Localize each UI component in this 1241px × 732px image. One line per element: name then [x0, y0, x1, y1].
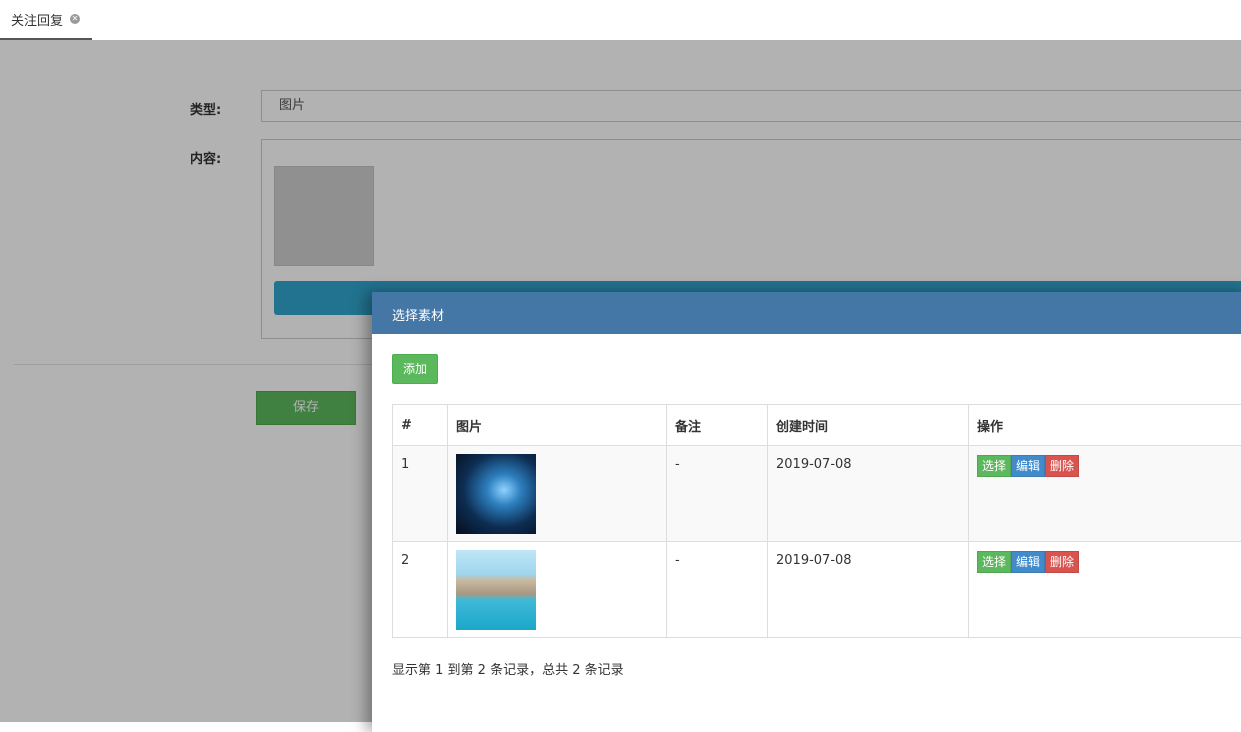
column-header-note[interactable]: 备注	[667, 405, 768, 446]
row-index: 2	[393, 542, 448, 638]
row-image-cell	[448, 446, 667, 542]
row-actions: 选择 编辑 删除	[969, 542, 1241, 638]
material-table: # 图片 备注 创建时间 操作 1 - 2019-07-08 选择 编辑	[392, 404, 1241, 638]
column-header-index[interactable]: #	[393, 405, 448, 446]
tab-follow-reply[interactable]: 关注回复 ✕	[0, 0, 92, 40]
edit-button[interactable]: 编辑	[1011, 455, 1045, 477]
column-header-image[interactable]: 图片	[448, 405, 667, 446]
column-header-created[interactable]: 创建时间	[768, 405, 969, 446]
space-nebula-image[interactable]	[456, 454, 536, 534]
table-header-row: # 图片 备注 创建时间 操作	[393, 405, 1241, 446]
modal-header: 选择素材	[372, 292, 1241, 334]
delete-button[interactable]: 删除	[1045, 551, 1079, 573]
column-header-actions: 操作	[969, 405, 1241, 446]
close-icon[interactable]: ✕	[70, 14, 80, 24]
tab-label: 关注回复	[11, 10, 63, 29]
add-button[interactable]: 添加	[392, 354, 438, 384]
row-note: -	[667, 542, 768, 638]
select-button[interactable]: 选择	[977, 551, 1011, 573]
sea-arch-coast-image[interactable]	[456, 550, 536, 630]
pagination-info: 显示第 1 到第 2 条记录，总共 2 条记录	[392, 659, 624, 678]
row-created: 2019-07-08	[768, 446, 969, 542]
row-note: -	[667, 446, 768, 542]
row-index: 1	[393, 446, 448, 542]
row-created: 2019-07-08	[768, 542, 969, 638]
delete-button[interactable]: 删除	[1045, 455, 1079, 477]
select-button[interactable]: 选择	[977, 455, 1011, 477]
modal-title: 选择素材	[392, 305, 444, 324]
row-actions: 选择 编辑 删除	[969, 446, 1241, 542]
select-material-modal: 选择素材 添加 # 图片 备注 创建时间 操作 1 - 2019-07-08	[372, 292, 1241, 732]
edit-button[interactable]: 编辑	[1011, 551, 1045, 573]
table-row: 1 - 2019-07-08 选择 编辑 删除	[393, 446, 1241, 542]
row-image-cell	[448, 542, 667, 638]
table-row: 2 - 2019-07-08 选择 编辑 删除	[393, 542, 1241, 638]
tab-bar: 关注回复 ✕	[0, 0, 1241, 41]
